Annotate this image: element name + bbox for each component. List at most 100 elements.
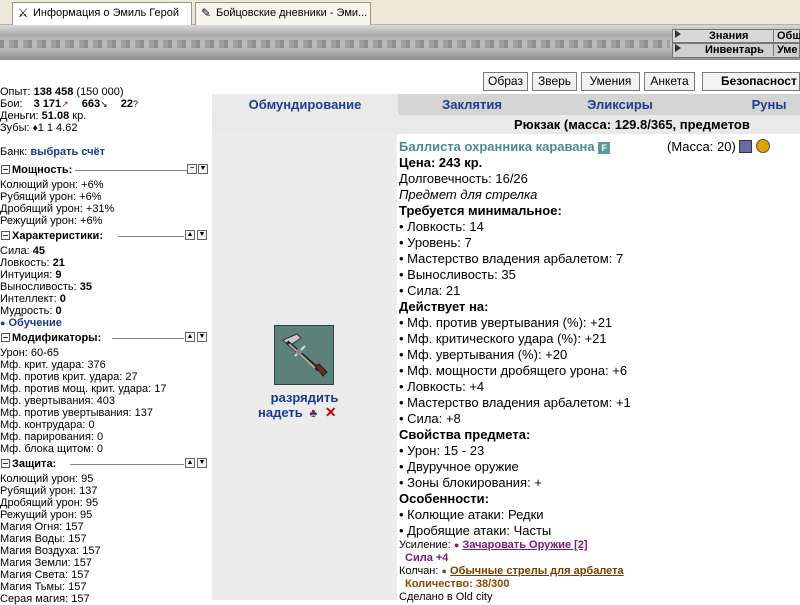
durability: Долговечность: 16/26 (399, 171, 528, 186)
equip-link[interactable]: надеть (258, 405, 303, 420)
chevron-up-icon[interactable]: ▲ (185, 458, 195, 468)
nav-knowledge[interactable]: Знания (709, 30, 748, 42)
modifier-item: Мф. парирования: 0 (0, 431, 104, 443)
paw-icon[interactable]: ♣ (309, 406, 317, 420)
collapse-icon[interactable] (1, 231, 10, 240)
collapse-icon[interactable] (1, 459, 10, 468)
tab-runes[interactable]: Руны (694, 94, 800, 115)
experience-line: Опыт: 138 458 (150 000) (0, 86, 124, 98)
enhancement-value: Сила +4 (405, 552, 449, 564)
security-button[interactable]: Безопасност (702, 72, 800, 91)
char-value: 0 (59, 293, 66, 305)
power-item: Колющий урон: +6% (0, 179, 104, 191)
defense-item: Магия Земли: 157 (0, 557, 92, 569)
experience-value: 138 458 (33, 86, 74, 98)
defense-item: Магия Воздуха: 157 (0, 545, 101, 557)
chevron-down-icon[interactable]: ▼ (197, 332, 207, 342)
tab-elixirs[interactable]: Эликсиры (546, 94, 694, 115)
crossbow-item-image[interactable] (274, 325, 334, 385)
delete-icon[interactable]: ✕ (325, 404, 337, 420)
item-image-column: разрядить надеть ♣ ✕ (212, 134, 397, 600)
effects-title: Действует на: (399, 299, 489, 314)
char-intellect: Интеллект: 0 (0, 293, 66, 305)
char-label: Выносливость: (0, 281, 77, 293)
defense-section-header: Защита: ▲ ▼ (0, 458, 210, 470)
chevron-up-icon[interactable]: ▲ (185, 332, 195, 342)
browser-tab-diaries[interactable]: ✎ Бойцовские дневники - Эми... (195, 2, 371, 25)
effect-item: • Сила: +8 (399, 411, 461, 426)
section-divider (112, 338, 184, 339)
profile-button[interactable]: Анкета (644, 72, 695, 91)
item-name[interactable]: Баллиста охранника каравана (399, 139, 595, 154)
collapse-icon[interactable] (1, 333, 10, 342)
property-item: • Урон: 15 - 23 (399, 443, 485, 458)
item-name-line: Баллиста охранника каравана F (399, 139, 611, 155)
browser-tab-info[interactable]: ⚔ Информация о Эмиль Герой (12, 2, 192, 25)
collapse-icon[interactable] (1, 165, 10, 174)
enchant-weapon-link[interactable]: Зачаровать Оружие [2] (462, 539, 587, 551)
enhancement-line: Усиление: ● Зачаровать Оружие [2] (399, 539, 588, 552)
power-section-header: Мощность: − ▼ (0, 164, 210, 176)
training-link[interactable]: Обучение (9, 317, 62, 329)
wins-value: 3 171 (33, 98, 62, 110)
experience-next: (150 000) (76, 86, 124, 98)
bullet-icon: ● (441, 566, 447, 576)
tab-spells[interactable]: Заклятия (398, 94, 546, 115)
appearance-button[interactable]: Образ (483, 72, 528, 91)
properties-title: Свойства предмета: (399, 427, 531, 442)
char-label: Сила: (0, 245, 30, 257)
char-value: 21 (52, 257, 65, 269)
backpack-header: Рюкзак (масса: 129.8/365, предметов (212, 115, 800, 134)
minus-icon[interactable]: − (187, 164, 197, 174)
skills-button[interactable]: Умения (581, 72, 640, 91)
crossbow-arrows-link[interactable]: Обычные стрелы для арбалета (450, 565, 624, 577)
emblem-icon[interactable] (756, 139, 771, 153)
characteristics-title: Характеристики: (12, 230, 103, 242)
defense-item: Магия Света: 157 (0, 569, 90, 581)
discharge-link[interactable]: разрядить (271, 390, 339, 405)
bank-line: Банк: выбрать счёт (0, 146, 105, 158)
choose-account-link[interactable]: выбрать счёт (30, 146, 105, 158)
modifier-item: Мф. блока щитом: 0 (0, 443, 104, 455)
inventory-tabs: Обмундирование Заклятия Эликсиры Руны (212, 94, 800, 115)
char-wisdom: Мудрость: 0 (0, 305, 62, 317)
money-line: Деньги: 51.08 кр. (0, 110, 86, 122)
nav-community[interactable]: Общ (773, 30, 800, 42)
teeth-label: Зубы: (0, 122, 30, 134)
char-endurance: Выносливость: 35 (0, 281, 92, 293)
modifier-item: Мф. против мощ. крит. удара: 17 (0, 383, 167, 395)
nav-skills[interactable]: Уме (773, 44, 798, 56)
modifiers-section-header: Модификаторы: ▲ ▼ (0, 332, 210, 344)
chevron-down-icon[interactable]: ▼ (198, 164, 208, 174)
defense-item: Магия Огня: 157 (0, 521, 84, 533)
section-divider (118, 236, 184, 237)
bank-label: Банк: (0, 146, 28, 158)
battles-label: Бои: (0, 98, 23, 110)
tab-equipment[interactable]: Обмундирование (212, 94, 398, 115)
defense-item: Дробящий урон: 95 (0, 497, 99, 509)
char-label: Интуиция: (0, 269, 53, 281)
win-icon: ↗ (61, 99, 69, 109)
nav-inventory[interactable]: Инвентарь (705, 44, 764, 56)
chevron-up-icon[interactable]: ▲ (185, 230, 195, 240)
char-label: Интеллект: (0, 293, 57, 305)
modifier-item: Мф. контрудара: 0 (0, 419, 95, 431)
modifier-item: Урон: 60-65 (0, 347, 60, 359)
property-item: • Зоны блокирования: + (399, 475, 542, 490)
effect-item: • Мф. увертывания (%): +20 (399, 347, 568, 362)
teeth-line: Зубы: ♦1 1 4.62 (0, 122, 77, 135)
experience-label: Опыт: (0, 86, 31, 98)
money-label: Деньги: (0, 110, 39, 122)
char-label: Ловкость: (0, 257, 50, 269)
effect-item: • Мастерство владения арбалетом: +1 (399, 395, 631, 410)
chevron-down-icon[interactable]: ▼ (197, 230, 207, 240)
defense-item: Магия Тьмы: 157 (0, 581, 87, 593)
modifier-item: Мф. против увертывания: 137 (0, 407, 153, 419)
chevron-down-icon[interactable]: ▼ (197, 458, 207, 468)
gift-icon[interactable] (739, 140, 753, 153)
modifier-item: Мф. увертывания: 403 (0, 395, 115, 407)
bullet-icon: ● (453, 540, 460, 550)
bullet-icon: ● (0, 318, 6, 328)
requirement-item: • Выносливость: 35 (399, 267, 516, 282)
pet-button[interactable]: Зверь (532, 72, 577, 91)
